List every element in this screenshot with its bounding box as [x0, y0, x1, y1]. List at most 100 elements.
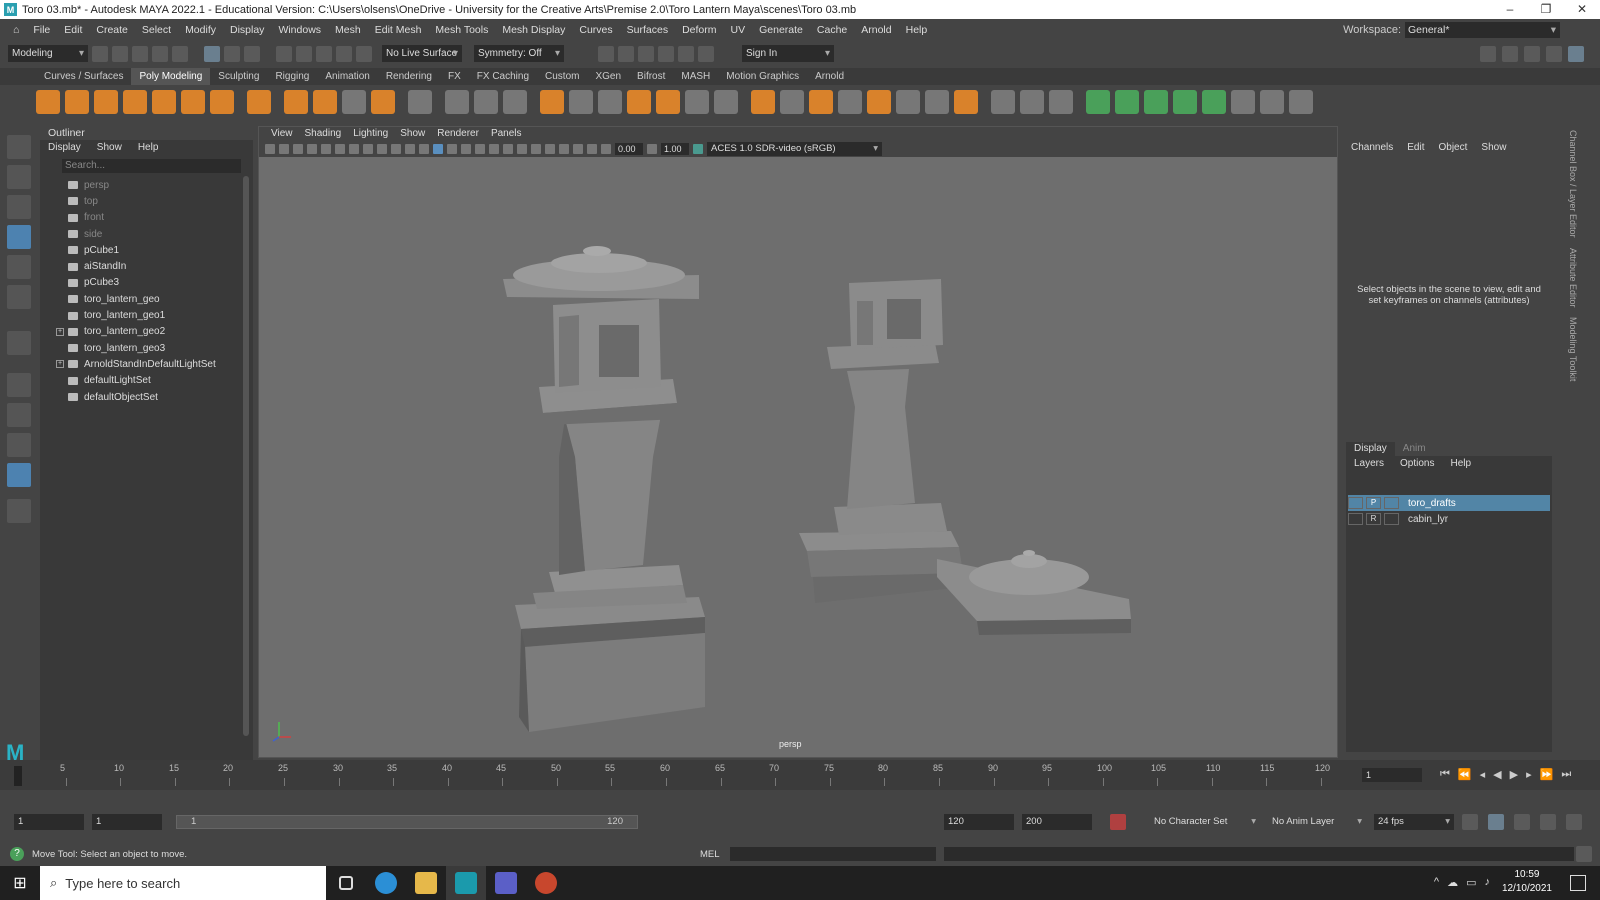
- windows-start-icon[interactable]: ⊞: [0, 866, 40, 900]
- menu-mesh-tools[interactable]: Mesh Tools: [428, 24, 495, 36]
- outliner-menu-display[interactable]: Display: [40, 140, 89, 156]
- snap-surface-icon[interactable]: [356, 45, 372, 62]
- single-perspective-view-icon[interactable]: [7, 373, 31, 397]
- search-icon[interactable]: [7, 499, 31, 523]
- use-all-lights-icon[interactable]: [489, 144, 499, 154]
- tab-channel-box-layer-editor[interactable]: Channel Box / Layer Editor: [1568, 130, 1578, 238]
- cache-playback-icon[interactable]: [1488, 814, 1504, 830]
- play-backward-icon[interactable]: ◀: [1493, 768, 1501, 781]
- render-current-frame-icon[interactable]: [598, 45, 614, 62]
- playback-end-field[interactable]: 120: [944, 814, 1014, 830]
- layer-row[interactable]: R cabin_lyr: [1348, 511, 1550, 527]
- poly-cylinder-icon[interactable]: [94, 90, 118, 114]
- menu-surfaces[interactable]: Surfaces: [620, 24, 675, 36]
- outliner-item[interactable]: aiStandIn: [40, 258, 253, 274]
- bookmark-icon[interactable]: [293, 144, 303, 154]
- step-back-frame-icon[interactable]: ◂: [1480, 768, 1486, 781]
- playback-start-field[interactable]: 1: [92, 814, 162, 830]
- menu-cache[interactable]: Cache: [810, 24, 854, 36]
- poly-sphere-icon[interactable]: [36, 90, 60, 114]
- undo-icon[interactable]: [152, 45, 168, 62]
- menuset-dropdown[interactable]: Modeling: [8, 45, 88, 62]
- expand-icon[interactable]: +: [56, 360, 64, 369]
- ambient-occlusion-icon[interactable]: [517, 144, 527, 154]
- quad-draw-icon[interactable]: [809, 90, 833, 114]
- shelf-tab-fx[interactable]: FX: [440, 68, 469, 85]
- grid-icon[interactable]: [321, 144, 331, 154]
- tab-modeling-toolkit[interactable]: Modeling Toolkit: [1568, 317, 1578, 381]
- range-bar[interactable]: 1 120: [176, 815, 638, 829]
- shelf-tab-motion-graphics[interactable]: Motion Graphics: [718, 68, 807, 85]
- outliner-item[interactable]: pCube1: [40, 242, 253, 258]
- xray-joints-icon[interactable]: [587, 144, 597, 154]
- outliner-item[interactable]: persp: [40, 177, 253, 193]
- menu-help[interactable]: Help: [899, 24, 935, 36]
- tray-chevron-icon[interactable]: ^: [1434, 876, 1439, 889]
- film-gate-icon[interactable]: [335, 144, 345, 154]
- edit-menu[interactable]: Edit: [1407, 142, 1424, 153]
- move-tool-icon[interactable]: [7, 225, 31, 249]
- fill-hole-icon[interactable]: [685, 90, 709, 114]
- super-shape-icon[interactable]: [284, 90, 308, 114]
- start-time-field[interactable]: 1: [14, 814, 84, 830]
- select-by-component-icon[interactable]: [244, 45, 260, 62]
- gate-mask-icon[interactable]: [363, 144, 373, 154]
- outliner-item[interactable]: defaultObjectSet: [40, 389, 253, 405]
- viewport-menu-panels[interactable]: Panels: [485, 127, 528, 141]
- shelf-tab-poly-modeling[interactable]: Poly Modeling: [131, 68, 211, 85]
- character-set-dropdown[interactable]: No Character Set: [1150, 814, 1260, 830]
- scale-tool-icon[interactable]: [7, 285, 31, 309]
- fps-dropdown[interactable]: 24 fps: [1374, 814, 1454, 830]
- home-icon[interactable]: ⌂: [6, 24, 26, 36]
- create-uvs-icon[interactable]: [1086, 90, 1110, 114]
- go-to-start-icon[interactable]: ⏮: [1440, 768, 1450, 781]
- viewport-menu-renderer[interactable]: Renderer: [431, 127, 485, 141]
- snap-point-icon[interactable]: [316, 45, 332, 62]
- svg-icon[interactable]: [371, 90, 395, 114]
- collapse-icon[interactable]: [954, 90, 978, 114]
- lantern-geometry-1[interactable]: [503, 246, 705, 732]
- viewport-menu-shading[interactable]: Shading: [299, 127, 348, 141]
- outliner-item[interactable]: toro_lantern_geo: [40, 291, 253, 307]
- menu-generate[interactable]: Generate: [752, 24, 810, 36]
- sew-uv-icon[interactable]: [1289, 90, 1313, 114]
- uv-editor-icon[interactable]: [408, 90, 432, 114]
- step-forward-frame-icon[interactable]: ▸: [1526, 768, 1532, 781]
- edge-loop-icon[interactable]: [867, 90, 891, 114]
- anti-aliasing-icon[interactable]: [545, 144, 555, 154]
- multi-cut-icon[interactable]: [751, 90, 775, 114]
- menu-select[interactable]: Select: [135, 24, 178, 36]
- outliner-item[interactable]: side: [40, 226, 253, 242]
- motion-blur-icon[interactable]: [531, 144, 541, 154]
- xray-icon[interactable]: [573, 144, 583, 154]
- poly-cube-icon[interactable]: [65, 90, 89, 114]
- platonic-solid-icon[interactable]: [247, 90, 271, 114]
- wireframe-icon[interactable]: [419, 144, 429, 154]
- persp-outliner-icon[interactable]: [7, 433, 31, 457]
- layers-menu[interactable]: Layers: [1346, 456, 1392, 471]
- task-view-icon[interactable]: [326, 866, 366, 900]
- mel-label[interactable]: MEL: [700, 849, 720, 860]
- menu-windows[interactable]: Windows: [271, 24, 328, 36]
- script-editor-icon[interactable]: [1576, 846, 1592, 862]
- anim-prefs-icon[interactable]: [1540, 814, 1556, 830]
- volume-icon[interactable]: ♪: [1485, 876, 1491, 889]
- smooth-shade-icon[interactable]: [433, 144, 443, 154]
- poly-plane-icon[interactable]: [181, 90, 205, 114]
- layer-type-toggle[interactable]: R: [1366, 513, 1381, 525]
- play-forward-icon[interactable]: ▶: [1510, 768, 1518, 781]
- shelf-tab-curves-surfaces[interactable]: Curves / Surfaces: [36, 68, 131, 85]
- select-tool-icon[interactable]: [7, 135, 31, 159]
- viewport-scene[interactable]: [259, 157, 1337, 757]
- render-settings-icon[interactable]: [638, 45, 654, 62]
- powerpoint-icon[interactable]: [526, 866, 566, 900]
- auto-key-icon[interactable]: [1110, 814, 1126, 830]
- four-view-icon[interactable]: [7, 403, 31, 427]
- outliner-scrollbar[interactable]: [243, 176, 249, 736]
- outliner-item[interactable]: + toro_lantern_geo2: [40, 324, 253, 340]
- teams-icon[interactable]: [486, 866, 526, 900]
- layout-uvs-icon[interactable]: [1231, 90, 1255, 114]
- shelf-tab-rigging[interactable]: Rigging: [267, 68, 317, 85]
- tool-settings-icon[interactable]: [1546, 45, 1562, 62]
- snap-grid-icon[interactable]: [276, 45, 292, 62]
